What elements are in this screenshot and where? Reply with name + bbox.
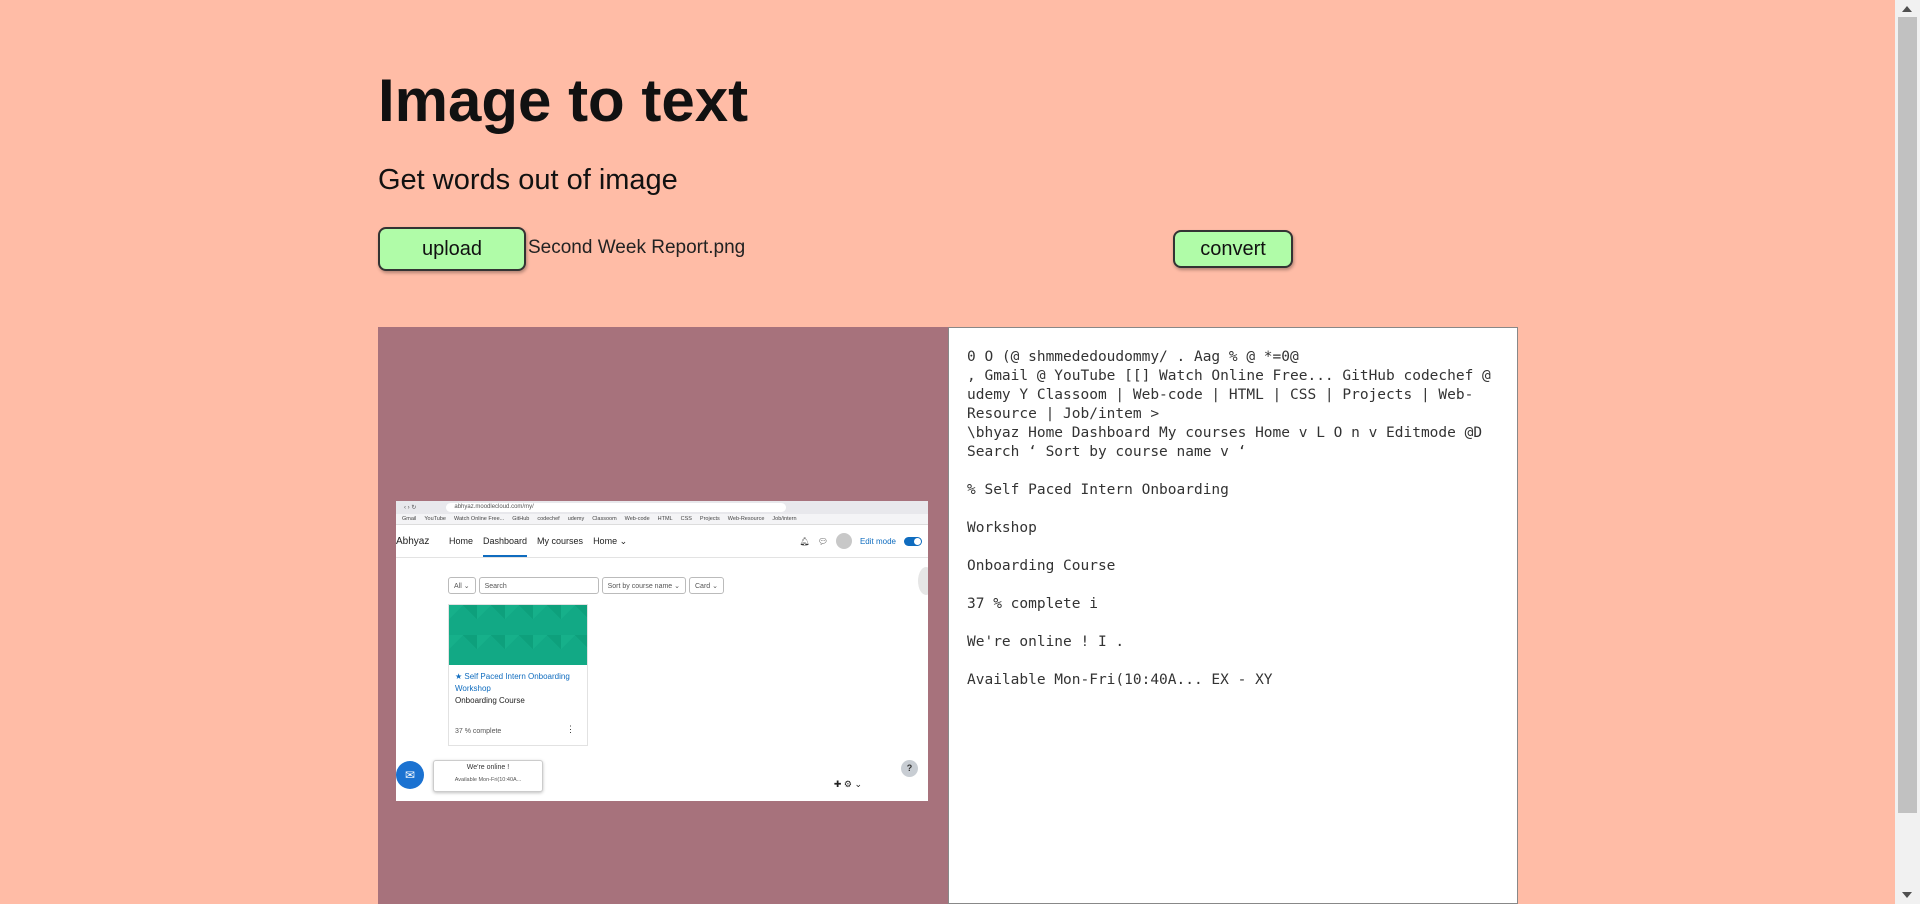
avatar — [835, 533, 852, 549]
preview-bookmark: codechef — [537, 516, 560, 522]
preview-filter-all: All ⌄ — [448, 577, 476, 594]
preview-bookmark: Web-code — [624, 516, 650, 522]
preview-course-image — [449, 605, 587, 665]
preview-bookmarks-bar: Gmail YouTube Watch Online Free... GitHub co… — [396, 514, 928, 525]
selected-filename: Second Week Report.png — [528, 237, 746, 258]
page-scrollbar[interactable] — [1895, 0, 1920, 904]
scroll-down-icon[interactable] — [1902, 892, 1912, 898]
preview-bookmark: Watch Online Free... — [454, 516, 505, 522]
preview-nav-links: Home Dashboard My courses Home ⌄ — [449, 535, 628, 557]
preview-nav-icons: ‹ › ↻ — [404, 505, 417, 511]
ocr-output-text[interactable]: 0 O (@ shmmededoudommy/ . Aag % @ *=0@ ,… — [949, 328, 1517, 710]
preview-edit-mode-toggle — [904, 536, 922, 546]
preview-bookmark: Web-Resource — [727, 516, 765, 522]
preview-course-title: ★ Self Paced Intern Onboarding Workshop — [455, 672, 570, 693]
preview-search: Search — [478, 577, 599, 594]
ocr-output-panel[interactable]: 0 O (@ shmmededoudommy/ . Aag % @ *=0@ ,… — [948, 327, 1518, 904]
scroll-thumb[interactable] — [1898, 17, 1917, 813]
preview-sort: Sort by course name ⌄ — [601, 577, 686, 594]
page: Image to text Get words out of image upl… — [0, 0, 1920, 904]
preview-bookmark: Job/intern — [772, 516, 797, 522]
preview-edit-mode-label: Edit mode — [859, 536, 896, 546]
preview-course-card: ★ Self Paced Intern Onboarding Workshop … — [448, 604, 588, 746]
preview-bookmark: Classoom — [592, 516, 617, 522]
uploaded-image-preview: ‹ › ↻ abhyaz.moodlecloud.com/my/ Gmail Yo… — [396, 501, 928, 801]
chat-bubble-icon: ✉ — [396, 761, 424, 789]
convert-button[interactable]: convert — [1173, 230, 1293, 268]
preview-course-category: Onboarding Course — [455, 696, 525, 705]
preview-nav-right: 🔔︎ 💬︎ Edit mode — [800, 525, 922, 557]
preview-bookmark: Projects — [699, 516, 720, 522]
preview-address-bar: ‹ › ↻ abhyaz.moodlecloud.com/my/ — [396, 501, 928, 514]
preview-bookmark: HTML — [657, 516, 673, 522]
preview-bookmark: GitHub — [512, 516, 530, 522]
tools-icon: ✚ ⚙ ⌄ — [833, 779, 862, 789]
preview-nav-my-courses: My courses — [537, 535, 584, 546]
preview-bookmark: YouTube — [424, 516, 446, 522]
preview-bookmark: Gmail — [402, 516, 417, 522]
page-subtitle: Get words out of image — [378, 164, 678, 196]
preview-chat-card: We're online ! Available Mon-Fri(10:40A.… — [433, 760, 543, 792]
preview-chat-sub: Available Mon-Fri(10:40A... — [454, 777, 522, 783]
preview-bookmark: udemy — [567, 516, 585, 522]
upload-button[interactable]: upload — [378, 227, 526, 271]
preview-navbar: Abhyaz Home Dashboard My courses Home ⌄ … — [396, 525, 928, 558]
preview-nav-dashboard: Dashboard — [483, 536, 528, 557]
page-title: Image to text — [378, 67, 749, 134]
preview-nav-home: Home — [449, 535, 474, 546]
preview-view: Card ⌄ — [689, 577, 724, 594]
preview-course-progress: 37 % complete — [455, 728, 502, 735]
chat-icon: 💬︎ — [817, 536, 828, 546]
scroll-up-icon[interactable] — [1902, 6, 1912, 12]
preview-bookmark: CSS — [680, 516, 692, 522]
preview-brand: Abhyaz — [396, 535, 430, 547]
help-icon: ? — [901, 760, 918, 777]
preview-nav-home-menu: Home ⌄ — [593, 535, 628, 546]
image-preview-panel: ‹ › ↻ abhyaz.moodlecloud.com/my/ Gmail Yo… — [378, 327, 948, 904]
preview-chat-title: We're online ! — [466, 764, 510, 771]
preview-drawer-handle — [918, 567, 928, 595]
kebab-menu-icon: ⋮ — [566, 724, 575, 734]
preview-filters: All ⌄ Search Sort by course name ⌄ Card … — [448, 577, 724, 594]
preview-url: abhyaz.moodlecloud.com/my/ — [446, 503, 787, 512]
bell-icon: 🔔︎ — [799, 536, 810, 546]
